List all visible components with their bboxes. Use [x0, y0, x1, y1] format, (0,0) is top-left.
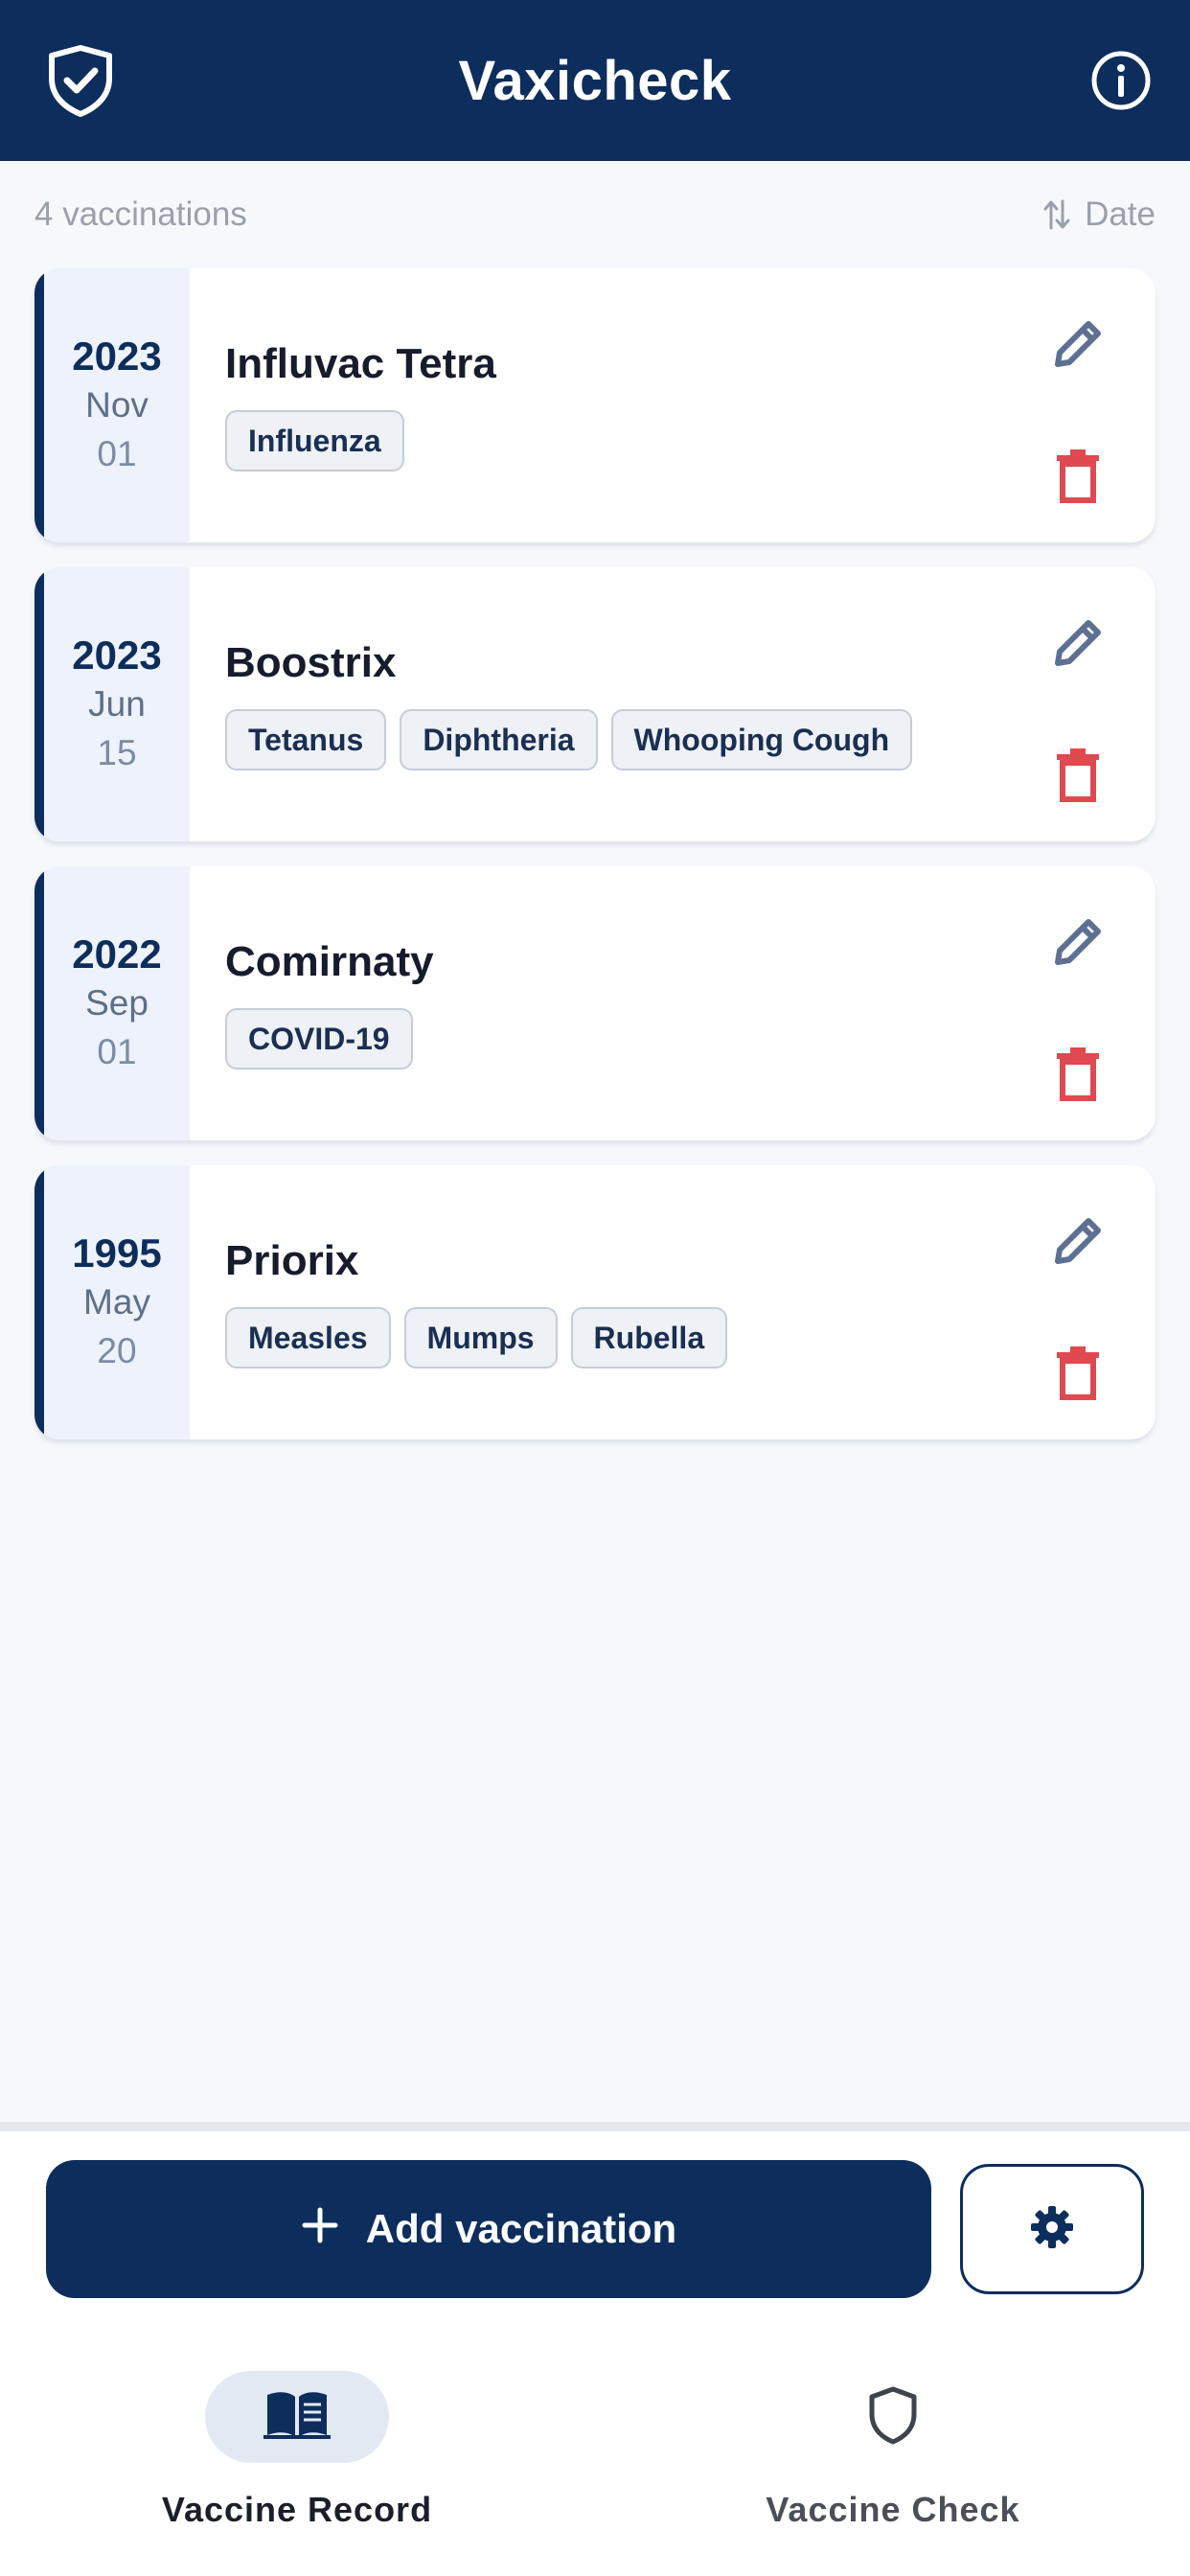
- vaccination-card[interactable]: 2023 Nov 01 Influvac Tetra Influenza: [34, 268, 1156, 542]
- book-icon: [263, 2389, 331, 2446]
- edit-button[interactable]: [1044, 1208, 1111, 1275]
- date-block: 2023 Jun 15: [34, 567, 190, 841]
- date-year: 2023: [72, 632, 162, 678]
- trash-icon: [1057, 1047, 1099, 1101]
- nav-label: Vaccine Check: [766, 2490, 1020, 2529]
- delete-button[interactable]: [1054, 748, 1102, 803]
- delete-button[interactable]: [1054, 1346, 1102, 1401]
- settings-button[interactable]: [960, 2164, 1144, 2294]
- vaccine-name: Boostrix: [225, 639, 397, 686]
- add-vaccination-label: Add vaccination: [365, 2206, 677, 2251]
- vaccination-list: 2023 Nov 01 Influvac Tetra Influenza 202…: [34, 268, 1156, 1464]
- vaccination-card[interactable]: 1995 May 20 Priorix Measles Mumps Rubell…: [34, 1165, 1156, 1439]
- trash-icon: [1057, 449, 1099, 503]
- app-title: Vaxicheck: [458, 49, 732, 112]
- bottom-nav: Vaccine Record Vaccine Check: [0, 2371, 1190, 2543]
- disease-tag: Tetanus: [225, 709, 387, 770]
- pencil-icon: [1055, 1218, 1101, 1264]
- disease-tags: Measles Mumps Rubella: [225, 1307, 1002, 1368]
- date-month: May: [83, 1282, 150, 1322]
- info-icon[interactable]: [1088, 48, 1154, 113]
- sort-arrows-icon: [1042, 197, 1071, 232]
- sort-button[interactable]: Date: [1042, 196, 1156, 234]
- nav-vaccine-record[interactable]: Vaccine Record: [125, 2371, 469, 2543]
- card-body: Comirnaty COVID-19: [225, 935, 1002, 1070]
- vaccination-card[interactable]: 2023 Jun 15 Boostrix Tetanus Diphtheria …: [34, 567, 1156, 841]
- trash-icon: [1057, 1346, 1099, 1400]
- disease-tag: Diphtheria: [400, 709, 598, 770]
- date-day: 15: [97, 733, 137, 772]
- date-year: 2022: [72, 932, 162, 977]
- pencil-icon: [1055, 321, 1101, 367]
- card-body: Boostrix Tetanus Diphtheria Whooping Cou…: [225, 636, 1002, 770]
- edit-button[interactable]: [1044, 610, 1111, 677]
- disease-tag: Whooping Cough: [610, 709, 913, 770]
- disease-tags: Influenza: [225, 410, 1002, 472]
- vaccination-card[interactable]: 2022 Sep 01 Comirnaty COVID-19: [34, 866, 1156, 1140]
- nav-label: Vaccine Record: [161, 2490, 433, 2529]
- action-divider: [0, 2122, 1190, 2131]
- nav-active-indicator: [205, 2371, 389, 2463]
- nav-vaccine-check[interactable]: Vaccine Check: [721, 2371, 1065, 2543]
- date-block: 2022 Sep 01: [34, 866, 190, 1140]
- trash-icon: [1057, 748, 1099, 802]
- app-header: Vaxicheck: [0, 0, 1190, 161]
- card-body: Influvac Tetra Influenza: [225, 337, 1002, 472]
- date-block: 1995 May 20: [34, 1165, 190, 1439]
- add-vaccination-button[interactable]: Add vaccination: [46, 2160, 931, 2298]
- delete-button[interactable]: [1054, 1046, 1102, 1102]
- disease-tags: Tetanus Diphtheria Whooping Cough: [225, 709, 1002, 770]
- date-month: Nov: [85, 385, 149, 425]
- disease-tag: Influenza: [225, 410, 404, 472]
- date-year: 2023: [72, 334, 162, 379]
- disease-tag: Mumps: [403, 1307, 558, 1368]
- gear-icon: [1029, 2204, 1075, 2255]
- edit-button[interactable]: [1044, 310, 1111, 378]
- disease-tag: COVID-19: [225, 1008, 413, 1070]
- vaccine-name: Influvac Tetra: [225, 340, 496, 387]
- disease-tag: Rubella: [570, 1307, 728, 1368]
- edit-button[interactable]: [1044, 908, 1111, 976]
- disease-tags: COVID-19: [225, 1008, 1002, 1070]
- plus-icon: [301, 2199, 339, 2253]
- vaccine-name: Comirnaty: [225, 938, 434, 985]
- date-day: 20: [97, 1331, 137, 1370]
- date-day: 01: [97, 434, 137, 473]
- list-meta: 4 vaccinations Date: [34, 188, 1156, 242]
- shield-icon: [866, 2385, 920, 2450]
- date-year: 1995: [72, 1230, 162, 1276]
- pencil-icon: [1055, 919, 1101, 965]
- card-body: Priorix Measles Mumps Rubella: [225, 1234, 1002, 1368]
- date-day: 01: [97, 1032, 137, 1071]
- sort-label: Date: [1085, 196, 1156, 233]
- shield-check-icon: [42, 42, 119, 119]
- action-bar: Add vaccination Vaccine Record Vaccine C…: [0, 2131, 1190, 2576]
- date-month: Jun: [88, 684, 146, 724]
- date-month: Sep: [85, 983, 149, 1023]
- vaccine-name: Priorix: [225, 1237, 359, 1284]
- pencil-icon: [1055, 620, 1101, 666]
- vaccination-count: 4 vaccinations: [34, 196, 247, 233]
- delete-button[interactable]: [1054, 448, 1102, 504]
- disease-tag: Measles: [225, 1307, 391, 1368]
- date-block: 2023 Nov 01: [34, 268, 190, 542]
